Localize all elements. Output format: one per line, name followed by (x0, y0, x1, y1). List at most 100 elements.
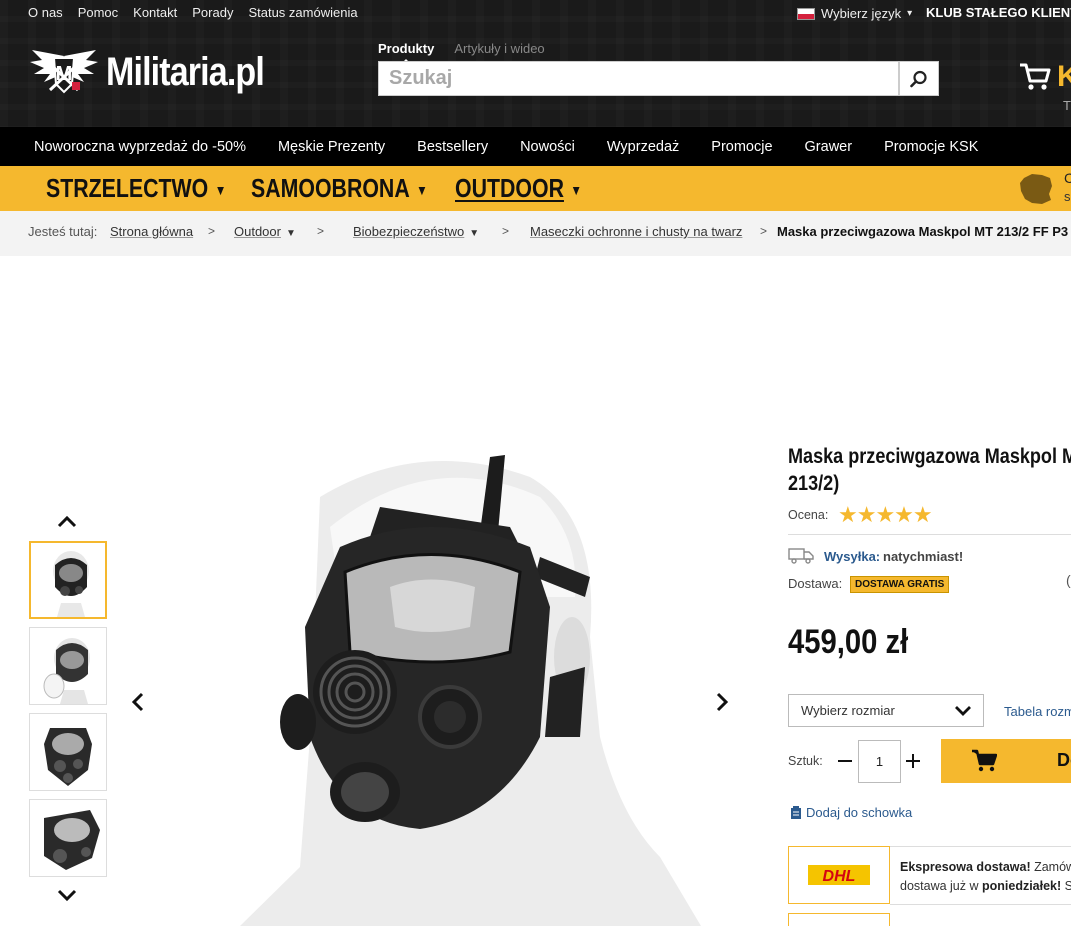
breadcrumb: Jesteś tutaj: Strona główna > Outdoor ▼ >… (0, 211, 1071, 256)
product-title-line2: 213/2) (788, 472, 840, 495)
thumbnail-4[interactable] (29, 799, 107, 877)
express-line2: dostawa już w (900, 879, 982, 893)
gas-mask-front-thumbnail (53, 551, 89, 617)
product-title: Maska przeciwgazowa Maskpol MT 213/2) (788, 443, 1071, 497)
breadcrumb-prefix: Jesteś tutaj: (28, 224, 98, 239)
gas-mask-angle-thumbnail (44, 810, 100, 870)
search-button[interactable] (899, 61, 939, 96)
nav-self-defense-label: SAMOOBRONA (251, 173, 410, 203)
gas-mask-flat-thumbnail (44, 728, 92, 786)
gas-mask-side-thumbnail (43, 638, 90, 704)
clipboard-icon (791, 805, 801, 819)
delivery-label: Dostawa: (788, 576, 843, 591)
promo-item-engraving[interactable]: Grawer (805, 139, 853, 155)
promo-nav: Noworoczna wyprzedaż do -50% Męskie Prez… (0, 127, 1071, 166)
wishlist-label: Dodaj do schowka (806, 805, 913, 820)
express-title: Ekspresowa dostawa! (900, 860, 1031, 874)
thumbnail-2[interactable] (29, 627, 107, 705)
tab-products[interactable]: Produkty (378, 41, 434, 65)
thumbnail-1[interactable] (29, 541, 107, 619)
size-select[interactable]: Wybierz rozmiar (788, 694, 984, 727)
main-nav: STRZELECTWO ▼ SAMOOBRONA ▼ OUTDOOR ▼ (0, 166, 1071, 211)
top-link-order-status[interactable]: Status zamówienia (248, 5, 357, 20)
rating-stars[interactable]: ★★★★★ (838, 502, 933, 528)
cart-icon (972, 749, 997, 772)
ksk-logo-box (788, 913, 890, 926)
cart-icon[interactable] (1019, 62, 1051, 92)
divider (890, 904, 1071, 905)
breadcrumb-biosafety-label: Biobezpieczeństwo (353, 224, 465, 239)
nav-outdoor[interactable]: OUTDOOR ▼ (455, 173, 582, 204)
free-delivery-badge: DOSTAWA GRATIS (850, 576, 950, 593)
caret-down-icon: ▼ (214, 182, 227, 199)
promo-item-new[interactable]: Nowości (520, 139, 575, 155)
poland-map-icon[interactable] (1018, 172, 1054, 206)
nav-self-defense[interactable]: SAMOOBRONA ▼ (251, 173, 428, 204)
express-delivery-info: Ekspresowa dostawa! Zamów dostawa już w … (900, 858, 1071, 896)
rating-label: Ocena: (788, 508, 829, 522)
add-to-wishlist-link[interactable]: Dodaj do schowka (790, 805, 912, 820)
chevron-down-icon: ▾ (907, 8, 913, 19)
nav-side-text-2: s (1064, 189, 1071, 204)
thumbs-down-arrow-icon[interactable] (57, 889, 77, 903)
cart-label[interactable]: K (1057, 60, 1071, 94)
express-day: poniedziałek! (981, 879, 1062, 893)
top-link-help[interactable]: Pomoc (78, 5, 118, 20)
promo-item-promotions[interactable]: Promocje (711, 139, 772, 155)
logo[interactable]: M Militaria.pl (28, 46, 292, 98)
express-text: Zamów (1030, 860, 1071, 874)
breadcrumb-outdoor-label: Outdoor (234, 224, 281, 239)
poland-flag-icon (797, 7, 815, 20)
breadcrumb-separator: > (760, 224, 768, 238)
promo-item-bestsellers[interactable]: Bestsellery (417, 139, 488, 155)
logo-text: Militaria.pl (106, 49, 265, 94)
promo-item-clearance[interactable]: Wyprzedaż (607, 139, 679, 155)
size-table-link[interactable]: Tabela rozm (1004, 704, 1071, 719)
language-label: Wybierz język (821, 6, 902, 21)
quantity-increase-button[interactable] (903, 746, 923, 776)
divider (890, 846, 1071, 847)
loyalty-club-link[interactable]: KLUB STAŁEGO KLIENTA (926, 5, 1071, 20)
product-main-image[interactable] (180, 437, 701, 926)
dhl-logo-text: DHL (823, 868, 856, 885)
thumbs-up-arrow-icon[interactable] (57, 514, 77, 528)
delivery-info-fragment: ( (1066, 572, 1071, 588)
quantity-input[interactable] (858, 740, 901, 783)
caret-down-icon: ▼ (416, 182, 428, 199)
dhl-logo-box: DHL (788, 846, 890, 904)
express-line2-tail: S (1064, 879, 1071, 893)
nav-side-text-1: C (1064, 170, 1071, 186)
top-links: O nas Pomoc Kontakt Porady Status zamówi… (28, 5, 358, 20)
divider (788, 534, 1071, 535)
breadcrumb-outdoor[interactable]: Outdoor ▼ (234, 224, 296, 239)
gallery-next-icon[interactable] (716, 692, 730, 712)
dhl-logo-icon: DHL (808, 865, 870, 885)
product-title-line1: Maska przeciwgazowa Maskpol MT (788, 445, 1071, 468)
language-selector[interactable]: Wybierz język ▾ (797, 6, 912, 21)
promo-item-sale[interactable]: Noworoczna wyprzedaż do -50% (34, 139, 246, 155)
promo-item-mens-gifts[interactable]: Męskie Prezenty (278, 139, 385, 155)
gallery-prev-icon[interactable] (130, 692, 144, 712)
top-link-about[interactable]: O nas (28, 5, 63, 20)
promo-item-ksk[interactable]: Promocje KSK (884, 139, 978, 155)
cart-sublabel: T (1063, 98, 1071, 113)
nav-outdoor-label: OUTDOOR (455, 173, 564, 203)
breadcrumb-separator: > (208, 224, 216, 238)
search-input[interactable] (378, 61, 899, 96)
caret-down-icon: ▼ (285, 228, 296, 239)
breadcrumb-separator: > (317, 224, 325, 238)
top-link-contact[interactable]: Kontakt (133, 5, 177, 20)
nav-shooting[interactable]: STRZELECTWO ▼ (46, 173, 226, 204)
caret-down-icon: ▼ (469, 228, 480, 239)
breadcrumb-masks[interactable]: Maseczki ochronne i chusty na twarz (530, 224, 742, 239)
product-price: 459,00 zł (788, 623, 909, 661)
breadcrumb-home[interactable]: Strona główna (110, 224, 193, 239)
top-link-advice[interactable]: Porady (192, 5, 233, 20)
breadcrumb-biosafety[interactable]: Biobezpieczeństwo ▼ (353, 224, 479, 239)
tab-articles[interactable]: Artykuły i wideo (454, 41, 544, 56)
quantity-decrease-button[interactable] (835, 746, 855, 776)
size-select-label: Wybierz rozmiar (801, 703, 895, 718)
search-icon (910, 70, 927, 87)
thumbnail-3[interactable] (29, 713, 107, 791)
add-to-cart-button[interactable]: Do (941, 739, 1071, 783)
